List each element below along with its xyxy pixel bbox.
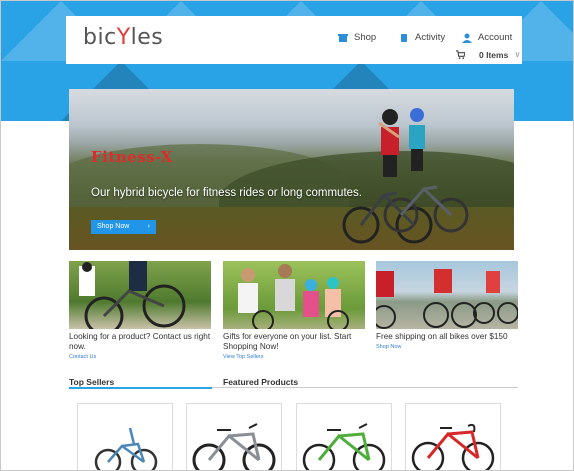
promo-card-shipping[interactable]: Free shipping on all bikes over $150 Sho… <box>376 261 518 350</box>
product-image-road <box>411 423 495 470</box>
hero-subtitle: Our hybrid bicycle for fitness rides or … <box>91 187 362 199</box>
product-tile-mountain[interactable] <box>186 403 282 470</box>
promo-image-road-riders <box>376 261 518 329</box>
promo-title: Looking for a product? Contact us right … <box>69 332 211 351</box>
contact-us-link[interactable]: Contact Us <box>69 354 211 360</box>
promo-card-gifts[interactable]: Gifts for everyone on your list. Start S… <box>223 261 365 360</box>
cart-count: 0 <box>479 49 484 60</box>
product-tile-bmx[interactable] <box>77 403 173 470</box>
product-tile-hybrid[interactable] <box>296 403 392 470</box>
tab-featured-products[interactable]: Featured Products <box>223 377 298 387</box>
activity-icon <box>401 33 407 42</box>
shop-now-label: Shop Now <box>97 223 130 230</box>
tab-divider <box>212 387 518 388</box>
promo-title: Free shipping on all bikes over $150 <box>376 332 508 341</box>
nav-shop-label: Shop <box>354 32 377 43</box>
shop-now-button[interactable]: Shop Now › <box>91 220 156 234</box>
hero-riders-image <box>342 108 469 244</box>
nav-account-label: Account <box>478 32 513 43</box>
browser-viewport: ↖ ? bicYles Shop Activity Account 0 Item… <box>0 0 574 471</box>
product-image-hybrid <box>302 423 386 470</box>
cart-icon <box>456 50 465 59</box>
product-image-bmx <box>94 427 158 470</box>
cart-label: Items <box>486 49 509 60</box>
promo-image-cyclists <box>69 261 211 329</box>
product-tile-road[interactable] <box>405 403 501 470</box>
storefront-icon <box>338 33 348 42</box>
chevron-down-icon: ∨ <box>514 49 521 59</box>
nav-activity[interactable]: Activity <box>399 32 445 43</box>
product-image-mountain <box>192 423 276 470</box>
user-icon <box>462 33 472 43</box>
tab-top-sellers[interactable]: Top Sellers <box>69 377 114 387</box>
tab-active-underline <box>69 387 212 389</box>
nav-shop[interactable]: Shop <box>338 32 376 43</box>
nav-activity-label: Activity <box>415 32 446 43</box>
view-top-sellers-link[interactable]: View Top Sellers <box>223 354 365 360</box>
cart-summary[interactable]: 0 Items ∨ <box>456 49 521 60</box>
site-logo[interactable]: bicYles <box>83 25 163 50</box>
promo-image-family <box>223 261 365 329</box>
promo-card-contact[interactable]: Looking for a product? Contact us right … <box>69 261 211 360</box>
chevron-right-icon: › <box>147 223 150 230</box>
hero-title: Fitness-X <box>91 148 173 166</box>
shop-now-link[interactable]: Shop Now <box>376 344 518 350</box>
nav-account[interactable]: Account <box>462 32 512 43</box>
promo-title: Gifts for everyone on your list. Start S… <box>223 332 352 351</box>
